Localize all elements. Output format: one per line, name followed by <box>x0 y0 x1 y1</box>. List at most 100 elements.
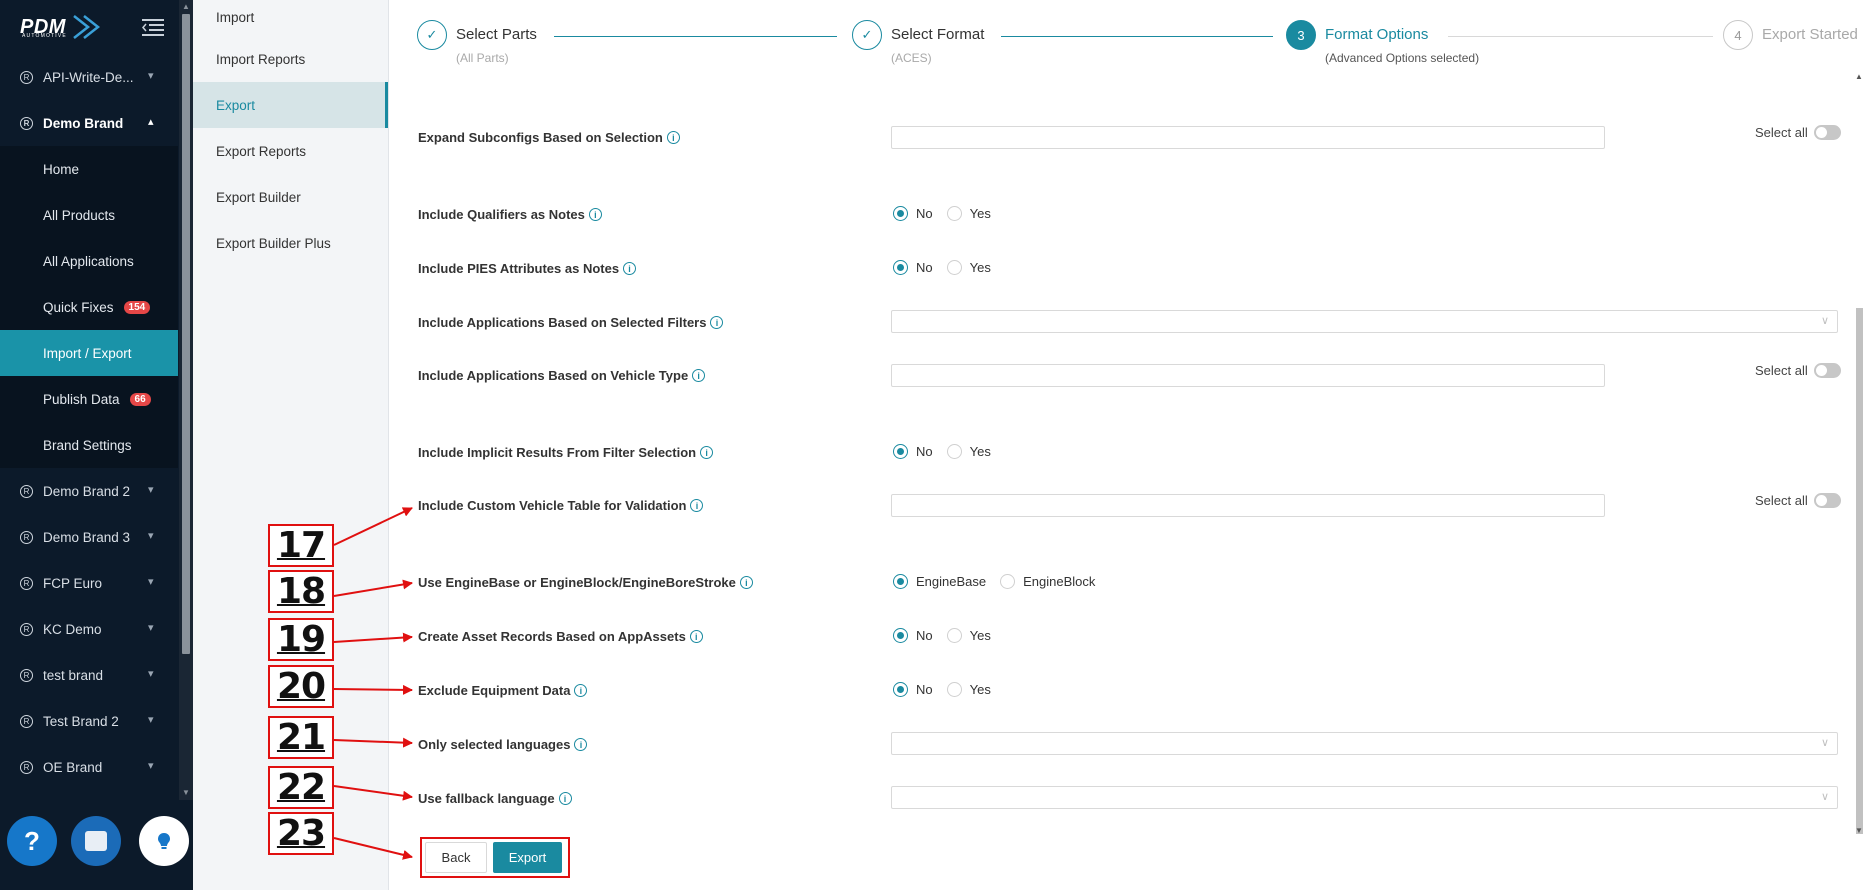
form-scrollbar[interactable]: ▲ ▼ <box>1852 72 1866 842</box>
brand-item-oe-brand[interactable]: R OE Brand ▾ <box>0 744 178 790</box>
step-select-parts[interactable]: ✓ Select Parts (All Parts) <box>417 20 537 65</box>
sidebar-item-home[interactable]: Home <box>0 146 178 192</box>
fallback-language-select[interactable]: ∨ <box>891 786 1838 809</box>
sidebar-item-all-applications[interactable]: All Applications <box>0 238 178 284</box>
brand-item-kc-demo[interactable]: R KC Demo ▾ <box>0 606 178 652</box>
brand-item-api-write[interactable]: R API-Write-De... ▾ <box>0 54 178 100</box>
scroll-up-arrow-icon[interactable]: ▲ <box>1855 72 1863 81</box>
info-icon[interactable]: i <box>710 316 724 329</box>
radio-button[interactable] <box>946 206 962 221</box>
back-button[interactable]: Back <box>425 842 487 873</box>
sidebar-item-all-products[interactable]: All Products <box>0 192 178 238</box>
brand-item-fcp-euro[interactable]: R FCP Euro ▾ <box>0 560 178 606</box>
custom-vehicle-table-select-all[interactable]: Select all <box>1755 493 1841 508</box>
step-number: 3 <box>1286 20 1316 50</box>
form-scroll-thumb[interactable] <box>1856 308 1863 834</box>
radio-option-yes[interactable]: Yes <box>946 444 991 459</box>
radio-option-no[interactable]: No <box>893 206 933 221</box>
apps-vehicle-type-input[interactable] <box>891 364 1605 387</box>
info-icon[interactable]: i <box>739 576 753 589</box>
sidebar-scroll-thumb[interactable] <box>182 14 190 654</box>
info-icon[interactable]: i <box>574 684 588 697</box>
select-all-toggle[interactable] <box>1813 493 1841 508</box>
sidebar-scrollbar[interactable]: ▲ ▼ <box>179 0 193 800</box>
radio-button[interactable] <box>893 206 908 221</box>
radio-button[interactable] <box>893 574 908 589</box>
submenu-item-import[interactable]: Import <box>193 0 388 36</box>
brand-item-demo-brand[interactable]: R Demo Brand ▴ <box>0 100 178 146</box>
step-format-options[interactable]: 3 Format Options (Advanced Options selec… <box>1286 20 1479 65</box>
expand-subconfigs-select-all[interactable]: Select all <box>1755 125 1841 140</box>
fallback-language-label: Use fallback language i <box>418 791 572 806</box>
radio-button[interactable] <box>1000 574 1016 589</box>
radio-button[interactable] <box>893 628 908 643</box>
info-icon[interactable]: i <box>692 369 706 382</box>
radio-option-yes[interactable]: Yes <box>946 682 991 697</box>
radio-button[interactable] <box>946 682 962 697</box>
radio-option-yes[interactable]: Yes <box>946 628 991 643</box>
brand-item-demo-brand-3[interactable]: R Demo Brand 3 ▾ <box>0 514 178 560</box>
help-button[interactable]: ? <box>7 816 57 866</box>
radio-option-enginebase[interactable]: EngineBase <box>893 574 986 589</box>
step-select-format[interactable]: ✓ Select Format (ACES) <box>852 20 984 65</box>
pies-notes-radio-group: No Yes <box>893 260 1005 275</box>
info-icon[interactable]: i <box>574 738 588 751</box>
radio-button[interactable] <box>946 628 962 643</box>
chevron-down-icon: ▾ <box>148 484 154 496</box>
implicit-results-label: Include Implicit Results From Filter Sel… <box>418 445 714 460</box>
apps-filters-select[interactable]: ∨ <box>891 310 1838 333</box>
step-connector <box>1448 36 1713 37</box>
custom-vehicle-table-input[interactable] <box>891 494 1605 517</box>
collapse-menu-icon[interactable] <box>142 18 164 36</box>
radio-option-yes[interactable]: Yes <box>946 206 991 221</box>
submenu-item-export-builder[interactable]: Export Builder <box>193 174 388 220</box>
radio-option-yes[interactable]: Yes <box>946 260 991 275</box>
radio-label: Yes <box>969 444 991 459</box>
submenu-item-import-reports[interactable]: Import Reports <box>193 36 388 82</box>
info-icon[interactable]: i <box>689 630 703 643</box>
submenu-item-export-builder-plus[interactable]: Export Builder Plus <box>193 220 388 266</box>
sidebar-item-brand-settings[interactable]: Brand Settings <box>0 422 178 468</box>
info-icon[interactable]: i <box>700 446 714 459</box>
brand-item-test-brand[interactable]: Rtest brand ▾ <box>0 652 178 698</box>
info-icon[interactable]: i <box>558 792 572 805</box>
radio-button[interactable] <box>893 444 908 459</box>
info-icon[interactable]: i <box>690 499 704 512</box>
brand-item-demo-brand-2[interactable]: R Demo Brand 2 ▾ <box>0 468 178 514</box>
only-languages-select[interactable]: ∨ <box>891 732 1838 755</box>
step-export-started[interactable]: 4 Export Started <box>1723 20 1858 50</box>
radio-option-no[interactable]: No <box>893 444 933 459</box>
sidebar-item-publish-data[interactable]: Publish Data 66 <box>0 376 178 422</box>
scroll-down-arrow-icon[interactable]: ▼ <box>1855 826 1863 835</box>
registered-icon: R <box>20 622 33 636</box>
radio-button[interactable] <box>893 260 908 275</box>
radio-option-no[interactable]: No <box>893 682 933 697</box>
select-all-toggle[interactable] <box>1813 363 1841 378</box>
radio-option-no[interactable]: No <box>893 628 933 643</box>
import-export-submenu: Import Import Reports Export Export Repo… <box>193 0 389 890</box>
radio-button[interactable] <box>893 682 908 697</box>
radio-option-no[interactable]: No <box>893 260 933 275</box>
tips-button[interactable] <box>139 816 189 866</box>
step-title: Export Started <box>1762 26 1858 43</box>
submenu-item-export[interactable]: Export <box>193 82 388 128</box>
export-button[interactable]: Export <box>493 842 562 873</box>
apps-vehicle-type-select-all[interactable]: Select all <box>1755 363 1841 378</box>
select-all-toggle[interactable] <box>1813 125 1841 140</box>
scroll-down-arrow-icon[interactable]: ▼ <box>182 788 190 797</box>
info-icon[interactable]: i <box>666 131 680 144</box>
info-icon[interactable]: i <box>623 262 637 275</box>
radio-button[interactable] <box>946 260 962 275</box>
select-all-label: Select all <box>1755 125 1808 140</box>
expand-subconfigs-input[interactable] <box>891 126 1605 149</box>
submenu-item-export-reports[interactable]: Export Reports <box>193 128 388 174</box>
radio-button[interactable] <box>946 444 962 459</box>
sidebar-item-import-export[interactable]: Import / Export <box>0 330 178 376</box>
radio-label: No <box>916 260 933 275</box>
info-icon[interactable]: i <box>588 208 602 221</box>
sidebar-item-quick-fixes[interactable]: Quick Fixes 154 <box>0 284 178 330</box>
brand-item-test-brand-2[interactable]: R Test Brand 2 ▾ <box>0 698 178 744</box>
radio-option-engineblock[interactable]: EngineBlock <box>1000 574 1095 589</box>
chat-button[interactable] <box>71 816 121 866</box>
scroll-up-arrow-icon[interactable]: ▲ <box>182 2 190 11</box>
